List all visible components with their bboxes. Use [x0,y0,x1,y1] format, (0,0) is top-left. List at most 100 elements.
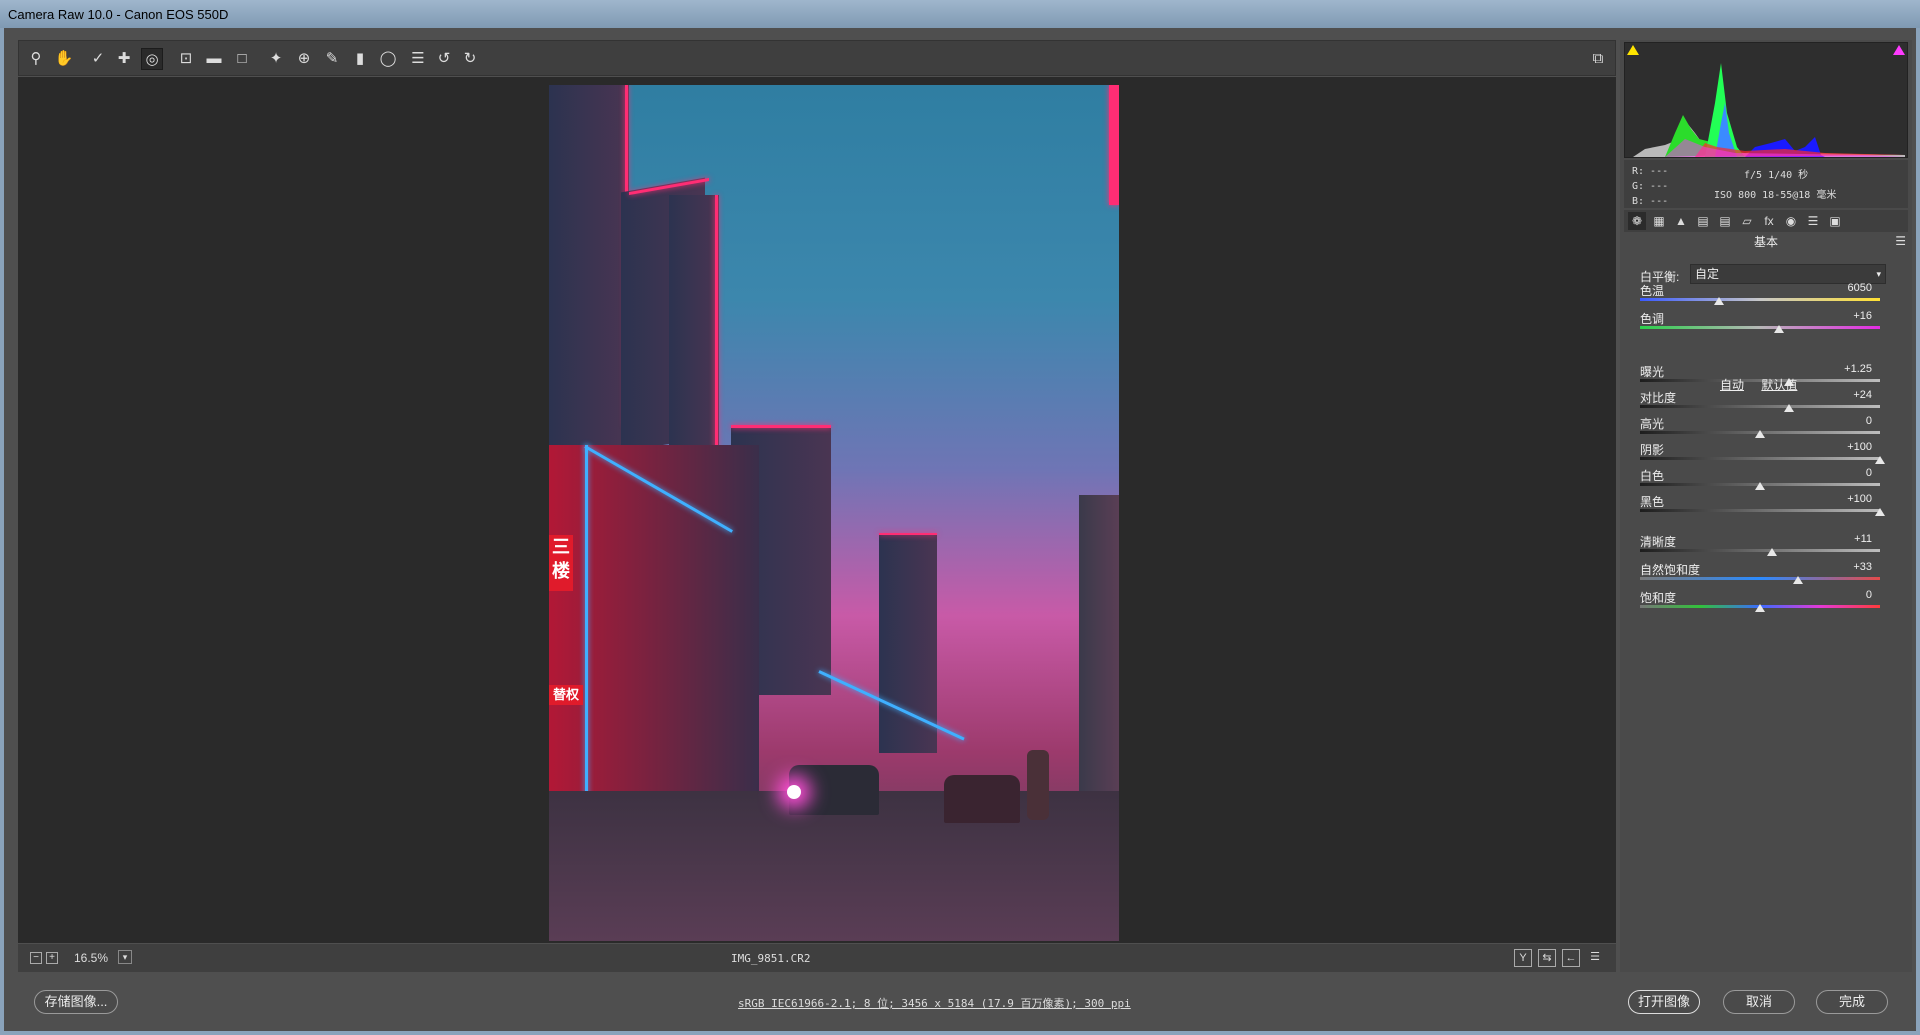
tab-hsl-icon[interactable]: ▤ [1694,212,1712,230]
slider-value[interactable]: 6050 [1822,282,1872,294]
slider-label: 清晰度 [1640,535,1677,549]
slider-track[interactable] [1640,298,1880,301]
shop-sign-2: 替权 [549,685,583,705]
tab-camera-calibration-icon[interactable]: ◉ [1782,212,1800,230]
slider-value[interactable]: 0 [1822,415,1872,427]
preferences-icon[interactable]: ☰ [407,48,429,70]
panel-title: 基本 [1753,235,1778,249]
fullscreen-toggle-icon[interactable]: ⧉ [1587,48,1609,70]
slider-row: 阴影 +100 [1636,441,1886,467]
toggle-settings-icon[interactable]: ☰ [1586,949,1604,967]
slider-thumb[interactable] [1767,548,1777,556]
graduated-filter-tool-icon[interactable]: ▮ [349,48,371,70]
white-balance-select[interactable]: 自定 ▾ [1690,264,1886,284]
panel-tabs: ❁ ▦ ▲ ▤ ▤ ▱ fx ◉ ☰ ▣ [1624,210,1908,232]
tab-effects-fx-icon[interactable]: fx [1760,212,1778,230]
slider-track[interactable] [1640,509,1880,512]
slider-track[interactable] [1640,457,1880,460]
neon-roof-far [879,533,937,535]
spot-removal-tool-icon[interactable]: ✦ [265,48,287,70]
slider-value[interactable]: +11 [1822,533,1872,545]
slider-thumb[interactable] [1783,404,1794,412]
b-value: B: --- [1632,196,1669,207]
adjustment-brush-tool-icon[interactable]: ✎ [321,48,343,70]
tab-tone-curve-icon[interactable]: ▦ [1650,212,1668,230]
zoom-out-button[interactable]: − [30,952,42,964]
preview-photo[interactable]: 三 楼 替权 [549,85,1119,941]
slider-thumb[interactable] [1875,456,1885,464]
swap-before-after-icon[interactable]: ⇆ [1538,949,1556,967]
zoom-tool-icon[interactable]: ⚲ [25,48,47,70]
white-balance-tool-icon[interactable]: ✓ [87,48,109,70]
transform-tool-icon[interactable]: □ [231,48,253,70]
tab-split-toning-icon[interactable]: ▤ [1716,212,1734,230]
camera-info: R: --- G: --- B: --- f/5 1/40 秒 ISO 800 … [1624,160,1908,208]
car-left [789,765,879,815]
chevron-down-icon: ▾ [1876,269,1881,279]
open-image-button[interactable]: 打开图像 [1628,990,1700,1014]
slider-label: 高光 [1640,417,1665,431]
slider-row: 饱和度 0 [1636,589,1886,615]
slider-value[interactable]: +33 [1822,561,1872,573]
slider-track[interactable] [1640,405,1880,408]
slider-label: 阴影 [1640,443,1665,457]
slider-value[interactable]: +1.25 [1822,363,1872,375]
tab-lens-icon[interactable]: ▱ [1738,212,1756,230]
color-sampler-tool-icon[interactable]: ✚ [113,48,135,70]
slider-thumb[interactable] [1755,482,1765,490]
slider-label: 黑色 [1640,495,1665,509]
radial-filter-tool-icon[interactable]: ◯ [377,48,399,70]
before-after-view-icon[interactable]: Y [1514,949,1532,967]
slider-value[interactable]: 0 [1822,467,1872,479]
rotate-cw-icon[interactable]: ↻ [459,48,481,70]
slider-value[interactable]: +24 [1822,389,1872,401]
panel-menu-icon[interactable]: ☰ [1895,234,1906,248]
headlight [787,785,801,799]
copy-settings-icon[interactable]: ← [1562,949,1580,967]
histogram-graph [1633,63,1905,157]
neon-roof-mid [731,425,831,428]
slider-thumb[interactable] [1755,430,1765,438]
slider-label: 自然饱和度 [1640,563,1701,577]
cancel-button[interactable]: 取消 [1723,990,1795,1014]
workflow-options-link[interactable]: sRGB IEC61966-2.1; 8 位; 3456 x 5184 (17.… [738,995,1131,1011]
slider-track[interactable] [1640,577,1880,580]
slider-value[interactable]: +100 [1822,441,1872,453]
straighten-tool-icon[interactable]: ▬ [203,48,225,70]
slider-thumb[interactable] [1774,325,1785,333]
tab-basic-icon[interactable]: ❁ [1628,212,1646,230]
tab-snapshots-icon[interactable]: ▣ [1826,212,1844,230]
crop-tool-icon[interactable]: ⊡ [175,48,197,70]
save-image-button[interactable]: 存储图像... [34,990,118,1014]
rotate-ccw-icon[interactable]: ↺ [433,48,455,70]
slider-track[interactable] [1640,326,1880,329]
slider-thumb[interactable] [1714,297,1725,305]
slider-row: 白色 0 [1636,467,1886,493]
slider-thumb[interactable] [1793,576,1804,584]
slider-value[interactable]: +16 [1822,310,1872,322]
zoom-in-button[interactable]: + [46,952,58,964]
targeted-adjustment-tool-icon[interactable]: ◎ [141,48,163,70]
slider-value[interactable]: 0 [1822,589,1872,601]
slider-row: 黑色 +100 [1636,493,1886,519]
rgb-readout: R: --- G: --- B: --- [1632,164,1668,209]
slider-label: 色温 [1640,284,1665,298]
file-name: IMG_9851.CR2 [731,952,811,965]
tab-detail-icon[interactable]: ▲ [1672,212,1690,230]
tab-presets-icon[interactable]: ☰ [1804,212,1822,230]
iso-lens: ISO 800 18-55@18 毫米 [1714,190,1837,201]
slider-thumb[interactable] [1755,604,1765,612]
slider-thumb[interactable] [1875,508,1885,516]
neon-right-edge [1109,85,1119,205]
hand-tool-icon[interactable]: ✋ [53,48,75,70]
default-link[interactable]: 默认值 [1761,378,1797,392]
zoom-dropdown-chevron-down-icon[interactable]: ▾ [118,950,132,964]
slider-value[interactable]: +100 [1822,493,1872,505]
red-eye-tool-icon[interactable]: ⊕ [293,48,315,70]
auto-link[interactable]: 自动 [1720,378,1744,392]
slider-track[interactable] [1640,549,1880,552]
adjustments-panel: R: --- G: --- B: --- f/5 1/40 秒 ISO 800 … [1620,40,1912,972]
done-button[interactable]: 完成 [1816,990,1888,1014]
auto-default-links: 自动 默认值 [1720,376,1811,393]
slider-label: 色调 [1640,312,1665,326]
